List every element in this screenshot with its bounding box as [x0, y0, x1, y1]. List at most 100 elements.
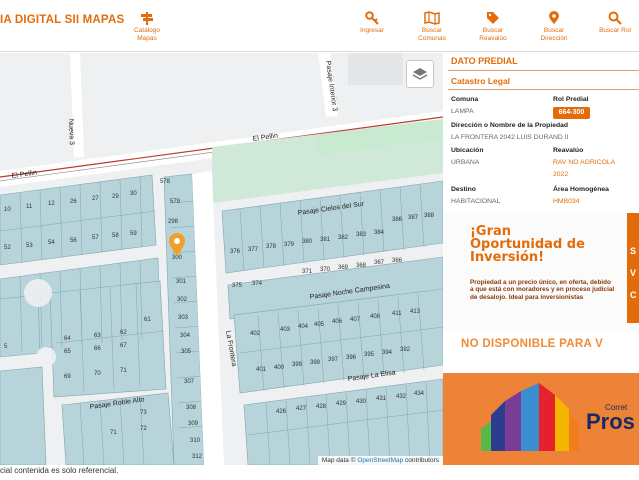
- svg-text:579: 579: [170, 199, 181, 205]
- ubicacion-value: URBANA: [451, 159, 480, 166]
- svg-text:406: 406: [332, 319, 343, 325]
- svg-text:403: 403: [280, 327, 291, 333]
- rol-label: Rol Predial: [553, 96, 589, 103]
- divider: [448, 89, 639, 90]
- svg-text:Nueva 3: Nueva 3: [67, 119, 75, 145]
- svg-text:371: 371: [302, 269, 313, 275]
- svg-text:430: 430: [356, 399, 367, 405]
- layers-icon: [412, 68, 428, 80]
- svg-text:72: 72: [140, 426, 147, 432]
- svg-text:58: 58: [112, 233, 119, 239]
- disclaimer-note: cial contenida es solo referencial.: [0, 466, 119, 475]
- direccion-label: Dirección o Nombre de la Propiedad: [451, 122, 569, 129]
- svg-text:70: 70: [94, 371, 101, 377]
- svg-text:11: 11: [26, 204, 33, 210]
- svg-text:384: 384: [374, 230, 385, 236]
- svg-text:429: 429: [336, 401, 347, 407]
- svg-text:427: 427: [296, 406, 307, 412]
- search-icon: [608, 11, 622, 25]
- selected-parcel-marker[interactable]: [168, 233, 186, 262]
- divider: [448, 70, 639, 71]
- svg-text:59: 59: [130, 231, 137, 237]
- svg-text:366: 366: [392, 258, 403, 264]
- ad-headline: ¡Gran Oportunidad de Inversión!: [470, 224, 585, 265]
- svg-text:307: 307: [184, 379, 195, 385]
- direccion-value: LA FRONTERA 2042 LUIS DURAND II: [451, 134, 569, 141]
- nav-label: Ingresar: [360, 27, 384, 34]
- svg-text:56: 56: [70, 238, 77, 244]
- nav-label: Catálogo Mapas: [133, 27, 161, 42]
- price-tag-icon: [487, 12, 499, 24]
- svg-text:61: 61: [144, 317, 151, 323]
- location-pin-icon: [549, 11, 559, 24]
- nav-catalogo-mapas[interactable]: Catálogo Mapas: [114, 11, 180, 43]
- svg-text:71: 71: [120, 368, 127, 374]
- svg-text:57: 57: [92, 235, 99, 241]
- sii-map-app: IA DIGITAL SII MAPAS Catálogo Mapas Ingr…: [0, 0, 639, 480]
- svg-text:376: 376: [230, 249, 241, 255]
- svg-text:26: 26: [70, 199, 77, 205]
- svg-text:308: 308: [186, 405, 197, 411]
- map-attribution: Map data © OpenStreetMap contributors: [317, 456, 443, 465]
- svg-text:398: 398: [310, 360, 321, 366]
- svg-text:369: 369: [338, 265, 349, 271]
- top-header: IA DIGITAL SII MAPAS Catálogo Mapas Ingr…: [0, 0, 639, 52]
- svg-text:411: 411: [392, 311, 402, 317]
- svg-text:401: 401: [256, 367, 267, 373]
- nav-buscar-rol[interactable]: Buscar Rol: [582, 11, 639, 35]
- svg-text:413: 413: [410, 309, 421, 315]
- svg-text:67: 67: [120, 343, 127, 349]
- svg-text:380: 380: [302, 239, 313, 245]
- svg-text:71: 71: [110, 430, 117, 436]
- svg-text:428: 428: [316, 404, 327, 410]
- area-homogenea-value: HMB034: [553, 198, 580, 205]
- nav-buscar-direccion[interactable]: Buscar Dirección: [521, 11, 587, 43]
- svg-text:54: 54: [48, 240, 55, 246]
- svg-text:62: 62: [120, 330, 127, 336]
- layers-button[interactable]: [406, 60, 434, 88]
- nav-label: Buscar Dirección: [540, 27, 568, 42]
- svg-text:368: 368: [356, 263, 367, 269]
- svg-text:73: 73: [140, 410, 147, 416]
- svg-text:309: 309: [188, 421, 199, 427]
- svg-text:392: 392: [400, 347, 411, 353]
- nav-label: Buscar Reavalúo: [479, 27, 507, 42]
- svg-text:69: 69: [64, 374, 71, 380]
- destino-value: HABITACIONAL: [451, 198, 501, 205]
- signpost-icon: [141, 12, 153, 25]
- osm-link[interactable]: OpenStreetMap: [357, 457, 403, 464]
- svg-text:370: 370: [320, 267, 331, 273]
- panel-title: DATO PREDIAL: [451, 56, 518, 66]
- parcel-map[interactable]: 10 11 12 26 27 29 30 52 53 54 56 57 58 59 578 579 29…: [0, 53, 443, 465]
- svg-text:66: 66: [94, 346, 101, 352]
- svg-text:12: 12: [48, 201, 55, 207]
- svg-text:310: 310: [190, 438, 201, 444]
- svg-text:303: 303: [178, 315, 189, 321]
- nav-buscar-comunas[interactable]: Buscar Comunas: [399, 11, 465, 43]
- svg-text:386: 386: [392, 217, 403, 223]
- no-disponible-text: NO DISPONIBLE PARA V: [461, 338, 604, 350]
- map-icon: [424, 11, 440, 25]
- svg-text:394: 394: [382, 350, 393, 356]
- nav-buscar-reavaluo[interactable]: Buscar Reavalúo: [460, 11, 526, 43]
- nav-label: Buscar Comunas: [418, 27, 446, 42]
- rol-value-badge: 664-300: [553, 107, 590, 119]
- svg-text:305: 305: [181, 349, 192, 355]
- svg-text:64: 64: [64, 336, 71, 342]
- svg-text:387: 387: [408, 215, 419, 221]
- svg-text:379: 379: [284, 242, 295, 248]
- nav-ingresar[interactable]: Ingresar: [339, 11, 405, 35]
- svg-text:382: 382: [338, 235, 349, 241]
- ad-body: Propiedad a un precio único, en oferta, …: [470, 279, 615, 301]
- svg-text:367: 367: [374, 260, 385, 266]
- svg-text:374: 374: [252, 281, 263, 287]
- svg-text:312: 312: [192, 454, 203, 460]
- svg-text:432: 432: [396, 394, 407, 400]
- svg-text:298: 298: [168, 219, 179, 225]
- svg-text:27: 27: [92, 196, 99, 202]
- svg-text:52: 52: [4, 245, 11, 251]
- svg-text:434: 434: [414, 391, 425, 397]
- attribution-prefix: Map data ©: [321, 457, 356, 464]
- svg-text:304: 304: [180, 333, 191, 339]
- ubicacion-label: Ubicación: [451, 147, 484, 154]
